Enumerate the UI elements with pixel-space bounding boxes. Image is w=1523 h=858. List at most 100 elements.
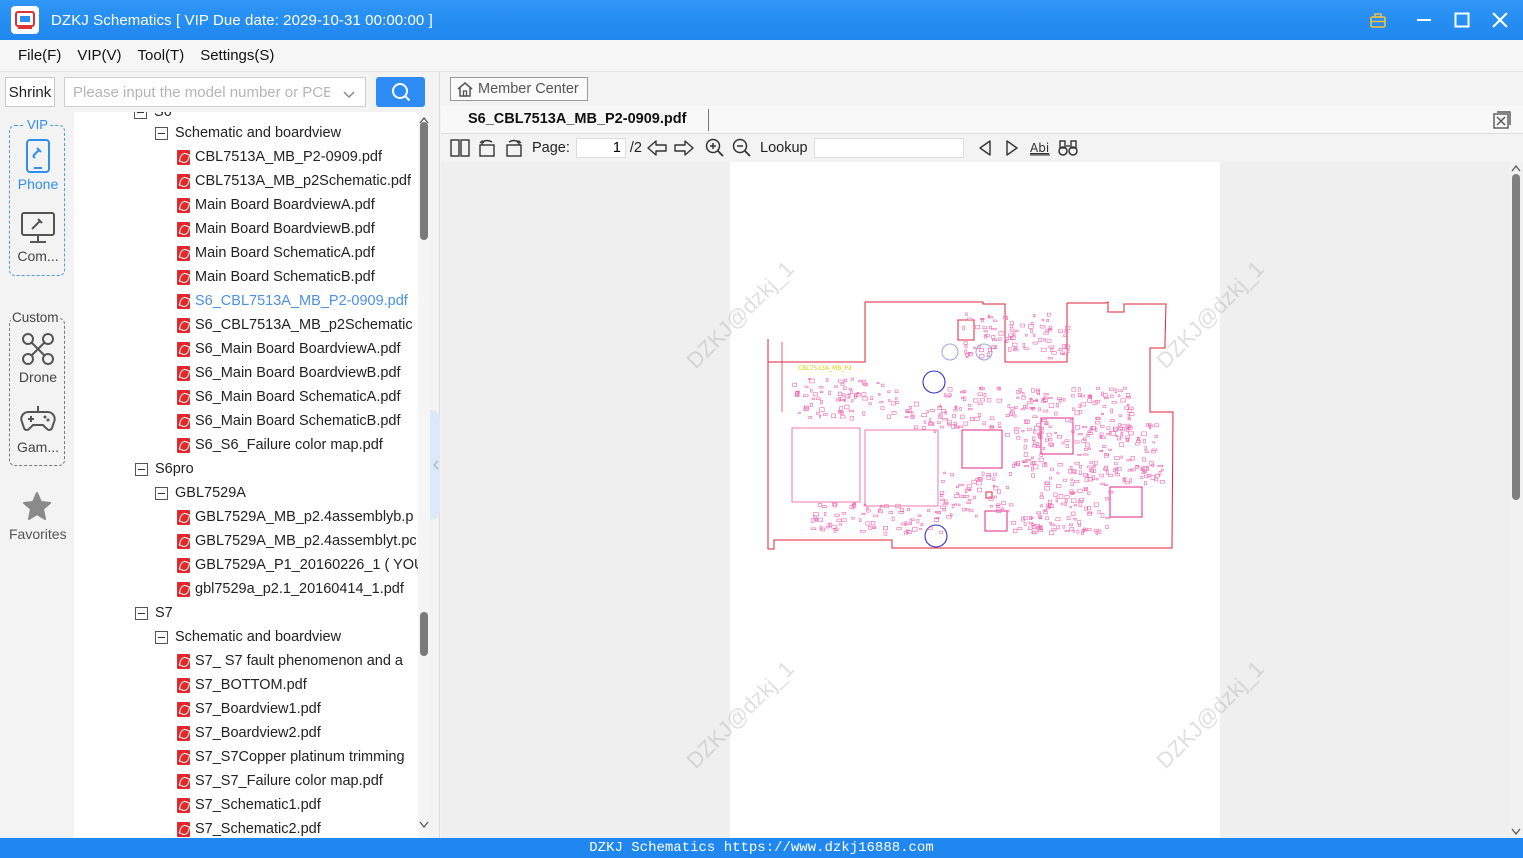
category-game[interactable]: Gam... [10, 399, 66, 455]
member-center-button[interactable]: Member Center [450, 77, 588, 101]
tree-folder-item[interactable]: GBL7529A [155, 481, 246, 505]
shrink-button[interactable]: Shrink [5, 77, 55, 107]
tree-scroll-thumb[interactable] [420, 122, 428, 240]
scroll-down-icon[interactable] [418, 821, 430, 829]
next-page-icon[interactable] [673, 137, 695, 159]
close-tab-icon[interactable] [1493, 111, 1511, 132]
tree-file-item[interactable]: S6_S6_Failure color map.pdf [177, 433, 383, 457]
chevron-down-icon[interactable] [343, 86, 355, 102]
pcb-component [816, 397, 821, 400]
maximize-button[interactable] [1453, 11, 1471, 29]
tree-file-item[interactable]: CBL7513A_MB_P2-0909.pdf [177, 145, 382, 169]
pcb-component [825, 526, 830, 529]
pcb-component [941, 409, 947, 414]
tree-file-item[interactable]: S7_Boardview1.pdf [177, 697, 321, 721]
minimize-button[interactable] [1415, 11, 1433, 29]
rotate-left-icon[interactable] [476, 137, 498, 159]
tree-file-item[interactable]: Main Board SchematicA.pdf [177, 241, 375, 265]
find-previous-icon[interactable] [974, 137, 996, 159]
match-text-icon[interactable]: Abi [1028, 137, 1052, 159]
viewer-scrollbar[interactable] [1509, 162, 1523, 838]
binoculars-icon[interactable] [1057, 137, 1079, 159]
pcb-component [1005, 486, 1010, 490]
app-logo-icon [11, 6, 39, 34]
pcb-component [1046, 432, 1052, 437]
tree-file-item[interactable]: GBL7529A_P1_20160226_1 ( YOU [177, 553, 418, 577]
document-viewport[interactable]: CBL7513A_MB_P2 DZKJ@dzkj_1 DZKJ@dzkj_1 D… [441, 162, 1509, 838]
vip-label: VIP [25, 117, 50, 132]
pcb-component [1001, 501, 1006, 505]
tree-file-label: S6_Main Board SchematicA.pdf [195, 389, 401, 405]
tree-file-item[interactable]: S6_Main Board SchematicB.pdf [177, 409, 401, 433]
tree-file-item[interactable]: S7_Boardview2.pdf [177, 721, 321, 745]
scroll-up-icon[interactable] [1509, 164, 1523, 172]
tree-file-item[interactable]: GBL7529A_MB_p2.4assemblyt.pc [177, 529, 417, 553]
tree-file-item[interactable]: S7_ S7 fault phenomenon and a [177, 649, 403, 673]
pcb-component [992, 477, 996, 481]
scroll-down-icon[interactable] [1509, 828, 1523, 836]
tree-scrollbar[interactable] [418, 112, 430, 838]
briefcase-icon[interactable] [1369, 11, 1387, 29]
tree-file-item[interactable]: gbl7529a_p2.1_20160414_1.pdf [177, 577, 404, 601]
splitter-handle[interactable] [430, 410, 440, 520]
collapse-icon[interactable] [135, 606, 148, 620]
tree-file-item[interactable]: S7_S7_Failure color map.pdf [177, 769, 383, 793]
tree-folder-item[interactable]: Schematic and boardview [155, 121, 341, 145]
tree-file-item[interactable]: GBL7529A_MB_p2.4assemblyb.p [177, 505, 413, 529]
pcb-component [890, 401, 896, 406]
page-label: Page: [532, 140, 570, 156]
file-tree[interactable]: S6 Schematic and boardview CBL7513A_MB_P2… [74, 112, 418, 838]
model-search-input[interactable] [65, 83, 330, 101]
tree-file-item[interactable]: Main Board BoardviewA.pdf [177, 193, 375, 217]
tree-folder-item[interactable]: S6pro [135, 457, 194, 481]
menu-vip[interactable]: VIP(V) [69, 40, 129, 72]
category-phone[interactable]: Phone [10, 136, 66, 192]
pcb-component [943, 471, 946, 475]
panel-splitter[interactable] [430, 72, 440, 838]
document-tab[interactable]: S6_CBL7513A_MB_P2-0909.pdf [468, 111, 686, 127]
tree-file-item[interactable]: Main Board BoardviewB.pdf [177, 217, 375, 241]
pcb-component [1055, 497, 1059, 503]
collapse-icon[interactable] [135, 462, 148, 476]
pcb-component [1015, 329, 1019, 333]
collapse-icon[interactable] [155, 486, 168, 500]
menu-tool[interactable]: Tool(T) [130, 40, 193, 72]
collapse-icon[interactable] [155, 630, 168, 644]
previous-page-icon[interactable] [646, 137, 668, 159]
rotate-right-icon[interactable] [503, 137, 525, 159]
find-next-icon[interactable] [1001, 137, 1023, 159]
zoom-out-icon[interactable] [731, 137, 753, 159]
lookup-input[interactable] [813, 138, 964, 158]
tree-file-item[interactable]: S7_S7Copper platinum trimming [177, 745, 405, 769]
zoom-in-icon[interactable] [704, 137, 726, 159]
category-favorites[interactable]: Favorites [9, 486, 67, 542]
tree-file-item[interactable]: S6_CBL7513A_MB_P2-0909.pdf [177, 289, 408, 313]
tree-file-item[interactable]: CBL7513A_MB_p2Schematic.pdf [177, 169, 411, 193]
tree-folder-item[interactable]: Schematic and boardview [155, 625, 341, 649]
page-number-input[interactable] [575, 138, 626, 158]
model-search-box[interactable] [64, 77, 366, 107]
pcb-component [913, 401, 919, 407]
category-computer[interactable]: Com... [10, 208, 66, 264]
close-button[interactable] [1491, 11, 1509, 29]
collapse-icon[interactable] [155, 126, 168, 140]
tree-file-item[interactable]: S7_Schematic2.pdf [177, 817, 321, 838]
tree-file-item[interactable]: S7_Schematic1.pdf [177, 793, 321, 817]
tree-file-item[interactable]: S7_BOTTOM.pdf [177, 673, 307, 697]
pcb-component [891, 411, 897, 415]
tree-file-item[interactable]: Main Board SchematicB.pdf [177, 265, 375, 289]
tree-file-item[interactable]: S6_CBL7513A_MB_p2Schematic [177, 313, 413, 337]
category-drone[interactable]: Drone [10, 329, 66, 385]
tree-file-item[interactable]: S6_Main Board SchematicA.pdf [177, 385, 401, 409]
pcb-component [895, 401, 899, 404]
tree-folder-item[interactable]: S7 [135, 601, 173, 625]
menu-file[interactable]: File(F) [10, 40, 69, 72]
tree-file-item[interactable]: S6_Main Board BoardviewB.pdf [177, 361, 401, 385]
two-page-icon[interactable] [449, 137, 471, 159]
menu-settings[interactable]: Settings(S) [192, 40, 282, 72]
viewer-scroll-thumb[interactable] [1512, 174, 1520, 500]
search-button[interactable] [376, 77, 425, 107]
collapse-icon[interactable] [134, 112, 147, 119]
tree-scroll-thumb-secondary[interactable] [420, 612, 428, 656]
tree-file-item[interactable]: S6_Main Board BoardviewA.pdf [177, 337, 401, 361]
